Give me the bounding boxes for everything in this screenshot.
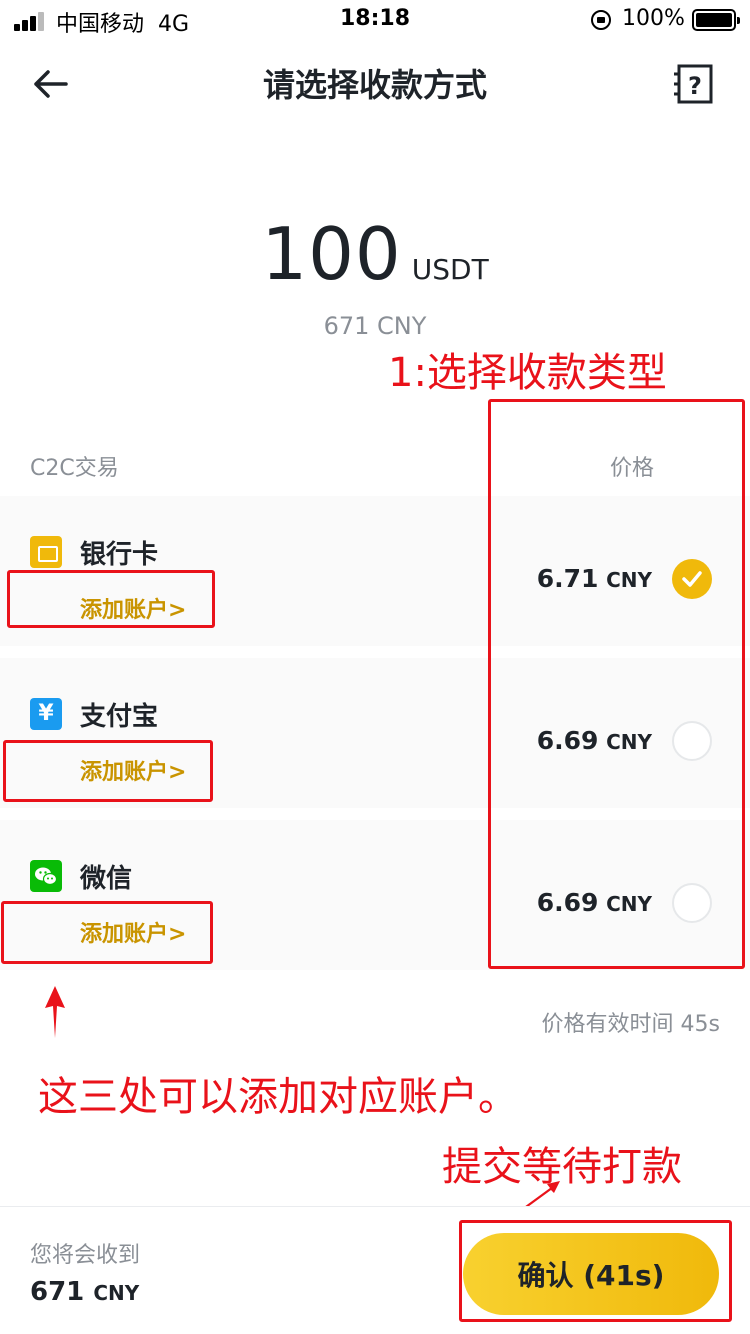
- alipay-icon: ¥: [30, 698, 62, 730]
- bank-card-icon: [30, 536, 62, 568]
- annotation-box-add-2: [3, 740, 213, 802]
- svg-text:?: ?: [688, 72, 702, 100]
- amount-value: 100: [261, 212, 402, 296]
- status-bar: 中国移动 4G 18:18 100%: [0, 0, 750, 40]
- section-label-c2c: C2C交易: [30, 456, 119, 481]
- battery-icon: [692, 9, 740, 31]
- annotation-box-add-3: [1, 901, 213, 964]
- help-icon: ?: [674, 64, 713, 104]
- wechat-icon: [30, 860, 62, 892]
- annotation-select-type: 1:选择收款类型: [388, 350, 667, 396]
- amount-display: 100 USDT: [0, 212, 750, 296]
- help-button[interactable]: ?: [674, 64, 716, 104]
- annotation-submit: 提交等待打款: [442, 1144, 682, 1190]
- amount-cny: 671 CNY: [323, 312, 427, 340]
- annotation-add-accounts: 这三处可以添加对应账户。: [38, 1074, 518, 1120]
- payment-name: 银行卡: [80, 540, 159, 570]
- annotation-box-add-1: [7, 570, 215, 628]
- payment-name: 支付宝: [80, 702, 159, 732]
- amount-unit: USDT: [411, 253, 489, 286]
- annotation-arrow-up: [45, 986, 65, 1038]
- page-title: 请选择收款方式: [262, 66, 487, 104]
- battery-percent: 100%: [622, 6, 685, 31]
- payment-name: 微信: [80, 864, 133, 894]
- annotation-box-confirm: [459, 1220, 732, 1322]
- annotation-box-price: [488, 399, 745, 969]
- price-valid-time: 价格有效时间 45s: [541, 1012, 720, 1037]
- receive-value: 671 CNY: [30, 1277, 140, 1307]
- lock-rotation-icon: [591, 10, 611, 30]
- receive-label: 您将会收到: [30, 1243, 141, 1268]
